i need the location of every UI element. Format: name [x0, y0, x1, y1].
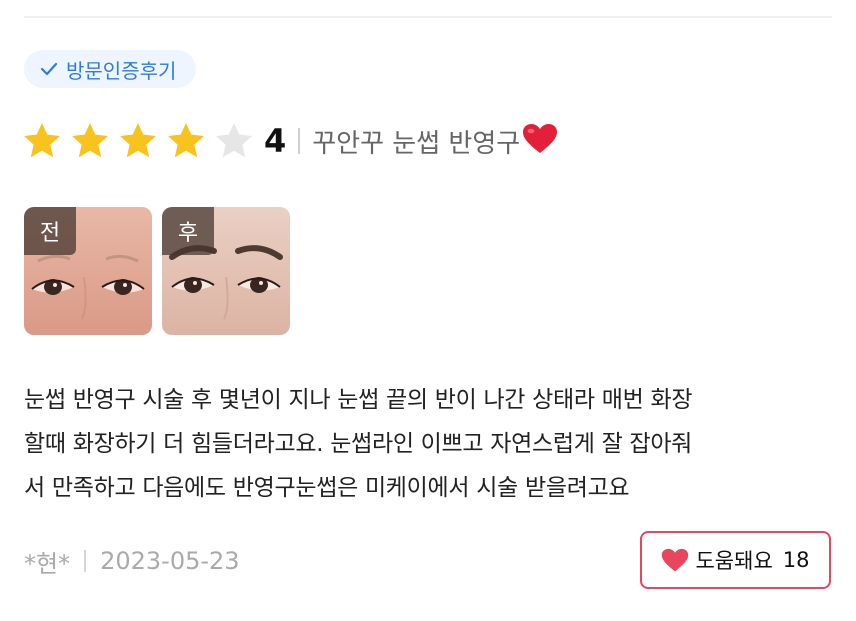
- check-icon: [40, 62, 58, 76]
- review-line: 할때 화장하기 더 힘들더라고요. 눈썹라인 이쁘고 자연스럽게 잘 잡아줘: [24, 431, 693, 457]
- top-divider: [24, 16, 832, 18]
- before-tag: 전: [24, 207, 76, 255]
- review-meta: *현* 2023-05-23: [24, 544, 240, 578]
- before-photo[interactable]: 전: [24, 207, 152, 335]
- meta-divider: [84, 550, 87, 572]
- helpful-label: 도움돼요: [695, 549, 773, 573]
- star-filled-icon: [118, 121, 158, 161]
- verified-visit-label: 방문인증후기: [66, 58, 177, 83]
- star-filled-icon: [22, 121, 62, 161]
- star-rating: [22, 121, 254, 161]
- after-tag: 후: [162, 207, 214, 255]
- verified-visit-badge: 방문인증후기: [24, 50, 197, 88]
- review-date: 2023-05-23: [100, 547, 240, 575]
- rating-value: 4: [264, 122, 287, 160]
- helpful-button[interactable]: 도움돼요 18: [640, 531, 831, 589]
- author-name: *현*: [24, 549, 71, 578]
- red-heart-icon: [522, 123, 558, 159]
- review-line: 서 만족하고 다음에도 반영구눈썹은 미케이에서 시술 받을려고요: [24, 475, 630, 501]
- star-filled-icon: [166, 121, 206, 161]
- before-after-photos: 전 후: [24, 207, 290, 335]
- product-name: 꾸안꾸 눈썹 반영구: [312, 128, 521, 159]
- heart-icon: [661, 548, 689, 573]
- review-line: 눈썹 반영구 시술 후 몇년이 지나 눈썹 끝의 반이 나간 상태라 매번 화장: [24, 387, 693, 413]
- after-photo[interactable]: 후: [162, 207, 290, 335]
- rating-divider: [298, 128, 301, 154]
- rating-row: 4 꾸안꾸 눈썹 반영구: [22, 116, 558, 166]
- review-body: 눈썹 반영구 시술 후 몇년이 지나 눈썹 끝의 반이 나간 상태라 매번 화장…: [24, 378, 834, 510]
- helpful-count: 18: [782, 548, 810, 572]
- star-empty-icon: [214, 121, 254, 161]
- star-filled-icon: [70, 121, 110, 161]
